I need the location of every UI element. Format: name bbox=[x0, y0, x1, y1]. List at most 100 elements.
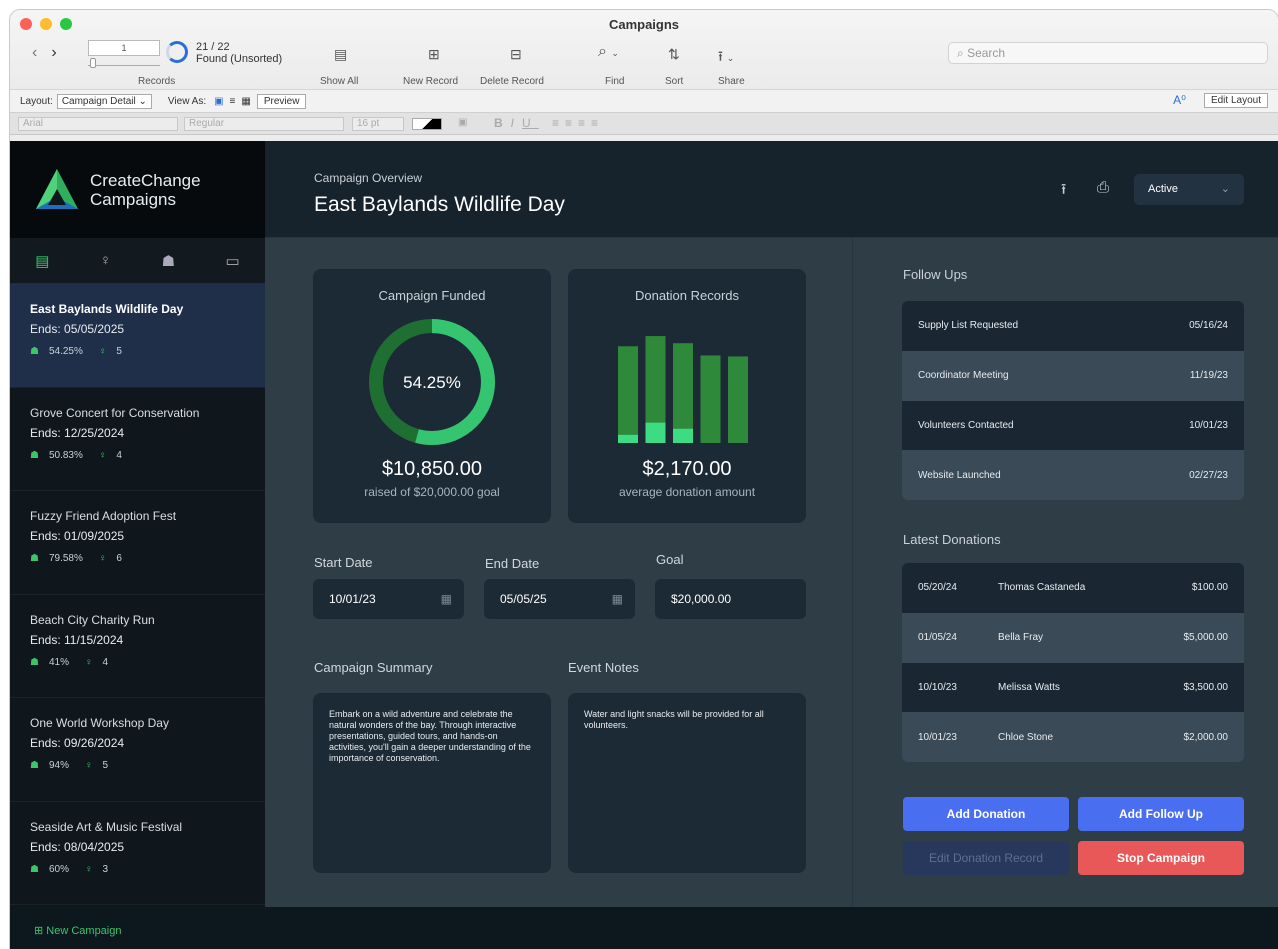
donation-row[interactable]: 01/05/24 Bella Fray $5,000.00 bbox=[902, 612, 1244, 663]
color-swatch-icon[interactable] bbox=[412, 118, 442, 130]
follow-up-date: 10/01/23 bbox=[1189, 419, 1228, 431]
calendar-icon[interactable]: ▦ bbox=[441, 579, 452, 619]
new-record-icon[interactable]: ⊞ bbox=[428, 46, 440, 63]
donation-date: 01/05/24 bbox=[918, 632, 957, 644]
follow-up-row[interactable]: Website Launched 02/27/23 bbox=[902, 450, 1244, 500]
style-select[interactable]: Regular bbox=[184, 117, 344, 131]
follow-ups-title: Follow Ups bbox=[903, 267, 968, 282]
campaign-title: East Baylands Wildlife Day bbox=[314, 193, 565, 216]
font-select[interactable]: Arial bbox=[18, 117, 178, 131]
follow-ups-table: Supply List Requested 05/16/24 Coordinator… bbox=[902, 301, 1244, 500]
share-icon[interactable]: ⭱ bbox=[1061, 179, 1066, 204]
plus-icon[interactable]: ⊞ bbox=[34, 925, 43, 937]
donation-row[interactable]: 10/01/23 Chloe Stone $2,000.00 bbox=[902, 712, 1244, 762]
size-select[interactable]: 16 pt bbox=[352, 117, 404, 131]
window-title: Campaigns bbox=[608, 17, 680, 32]
person-icon: ♀ bbox=[84, 863, 93, 875]
funded-subtitle: raised of $20,000.00 goal bbox=[364, 485, 500, 499]
campaign-list-item[interactable]: Beach City Charity Run Ends: 11/15/2024 ☗ 4… bbox=[10, 595, 265, 698]
campaign-end-date: Ends: 08/04/2025 bbox=[30, 839, 125, 854]
donation-row[interactable]: 05/20/24 Thomas Castaneda $100.00 bbox=[902, 563, 1244, 613]
campaign-list-item[interactable]: Fuzzy Friend Adoption Fest Ends: 01/09/20… bbox=[10, 491, 265, 595]
list-view-icon[interactable]: ≡ bbox=[230, 96, 236, 107]
start-date-field[interactable]: 10/01/23 ▦ bbox=[313, 579, 464, 619]
campaign-end-date: Ends: 01/09/2025 bbox=[30, 529, 125, 543]
campaign-funded-percent: 54.25% bbox=[48, 346, 83, 357]
funded-title: Campaign Funded bbox=[378, 288, 486, 303]
campaign-name: Seaside Art & Music Festival bbox=[30, 819, 183, 834]
alignment-icons[interactable]: ≡≡≡≡ bbox=[552, 116, 604, 130]
status-select[interactable]: Active ⌄ bbox=[1134, 174, 1244, 205]
average-donation-subtitle: average donation amount bbox=[618, 485, 756, 499]
layout-select[interactable]: Campaign Detail ⌄ bbox=[56, 93, 152, 109]
summary-textarea[interactable]: Embark on a wild adventure and celebrate… bbox=[313, 693, 551, 873]
follow-up-date: 11/19/23 bbox=[1189, 370, 1228, 382]
stop-campaign-button[interactable]: Stop Campaign bbox=[1078, 841, 1244, 875]
card-icon[interactable]: ▭ bbox=[226, 252, 240, 270]
record-count: 21 / 22 bbox=[196, 41, 230, 53]
campaign-end-date: Ends: 12/25/2024 bbox=[30, 425, 125, 440]
campaign-list-item[interactable]: East Baylands Wildlife Day Ends: 05/05/20… bbox=[10, 284, 265, 388]
person-icon: ♀ bbox=[98, 553, 107, 564]
search-input[interactable]: ⌕ Search bbox=[948, 42, 1268, 64]
follow-up-row[interactable]: Coordinator Meeting 11/19/23 bbox=[902, 350, 1244, 401]
donation-date: 10/10/23 bbox=[918, 681, 957, 693]
donation-amount: $2,000.00 bbox=[1183, 731, 1229, 743]
gift-icon[interactable]: ☗ bbox=[162, 252, 175, 270]
edit-layout-button[interactable]: Edit Layout bbox=[1203, 93, 1268, 108]
goal-field[interactable]: $20,000.00 bbox=[655, 579, 806, 619]
donation-row[interactable]: 10/10/23 Melissa Watts $3,500.00 bbox=[902, 662, 1244, 713]
delete-record-button[interactable]: Delete Record bbox=[480, 76, 544, 87]
campaign-list-item[interactable]: Grove Concert for Conservation Ends: 12/2… bbox=[10, 388, 265, 491]
campaign-list-item[interactable]: One World Workshop Day Ends: 09/26/2024 ☗ 9… bbox=[10, 698, 265, 802]
records-label: Records bbox=[138, 76, 176, 87]
record-slider[interactable] bbox=[88, 58, 160, 68]
form-view-icon[interactable]: ▣ bbox=[214, 96, 223, 107]
found-count: 21 / 22 Found (Unsorted) bbox=[196, 41, 282, 65]
gift-icon: ☗ bbox=[30, 553, 39, 564]
show-all-button[interactable]: Show All bbox=[320, 76, 358, 87]
new-record-button[interactable]: New Record bbox=[403, 76, 458, 87]
show-all-icon[interactable]: ▤ bbox=[334, 46, 347, 63]
layout-label: Layout: bbox=[20, 95, 53, 107]
person-icon[interactable]: ♀ bbox=[100, 252, 111, 269]
text-style-icons[interactable]: BIU bbox=[494, 116, 539, 130]
add-donation-button[interactable]: Add Donation bbox=[903, 797, 1069, 831]
share-icon[interactable]: ⭱ ⌄ bbox=[718, 46, 734, 70]
next-record-icon[interactable]: › bbox=[51, 44, 56, 62]
record-number-field[interactable]: 1 bbox=[88, 40, 160, 56]
calendar-icon[interactable]: ▦ bbox=[612, 579, 623, 619]
list-icon[interactable]: ▤ bbox=[35, 252, 49, 270]
preview-button[interactable]: Preview bbox=[256, 93, 307, 109]
share-button[interactable]: Share bbox=[718, 76, 745, 87]
campaign-list-item[interactable]: Seaside Art & Music Festival Ends: 08/04/… bbox=[10, 802, 265, 905]
campaign-funded-percent: 41% bbox=[48, 656, 69, 668]
record-navigation: ‹ › bbox=[32, 44, 57, 62]
end-date-field[interactable]: 05/05/25 ▦ bbox=[484, 579, 635, 619]
donation-amount: $100.00 bbox=[1191, 582, 1228, 594]
new-campaign-button[interactable]: New Campaign bbox=[46, 925, 121, 937]
edit-donation-record-button[interactable]: Edit Donation Record bbox=[903, 841, 1069, 875]
donation-bar-highlight bbox=[673, 428, 693, 443]
text-format-icon[interactable]: A⁰ bbox=[1173, 93, 1186, 107]
sort-button[interactable]: Sort bbox=[665, 76, 683, 87]
goal-label: Goal bbox=[656, 552, 684, 567]
previous-record-icon[interactable]: ‹ bbox=[32, 44, 37, 62]
find-button[interactable]: Find bbox=[605, 76, 624, 87]
event-notes-textarea[interactable]: Water and light snacks will be provided … bbox=[568, 693, 806, 873]
campaign-volunteer-count: 3 bbox=[102, 863, 109, 875]
sort-icon[interactable]: ⇅ bbox=[668, 46, 680, 63]
print-icon[interactable]: ⎙ bbox=[1097, 179, 1109, 196]
find-icon[interactable]: ⌕ ⌄ bbox=[598, 43, 619, 61]
end-date-value: 05/05/25 bbox=[500, 592, 547, 606]
funded-amount: $10,850.00 bbox=[381, 458, 483, 480]
follow-up-row[interactable]: Volunteers Contacted 10/01/23 bbox=[902, 400, 1244, 451]
donation-date: 05/20/24 bbox=[918, 582, 957, 594]
delete-record-icon[interactable]: ⊟ bbox=[510, 46, 522, 63]
campaign-funded-percent: 94% bbox=[48, 760, 69, 771]
highlight-icon[interactable]: ▣ bbox=[458, 117, 467, 128]
table-view-icon[interactable]: ▦ bbox=[241, 96, 250, 107]
follow-up-row[interactable]: Supply List Requested 05/16/24 bbox=[902, 301, 1244, 351]
add-follow-up-button[interactable]: Add Follow Up bbox=[1078, 797, 1244, 831]
latest-donations-table: 05/20/24 Thomas Castaneda $100.00 01/05/24 B… bbox=[902, 563, 1244, 762]
